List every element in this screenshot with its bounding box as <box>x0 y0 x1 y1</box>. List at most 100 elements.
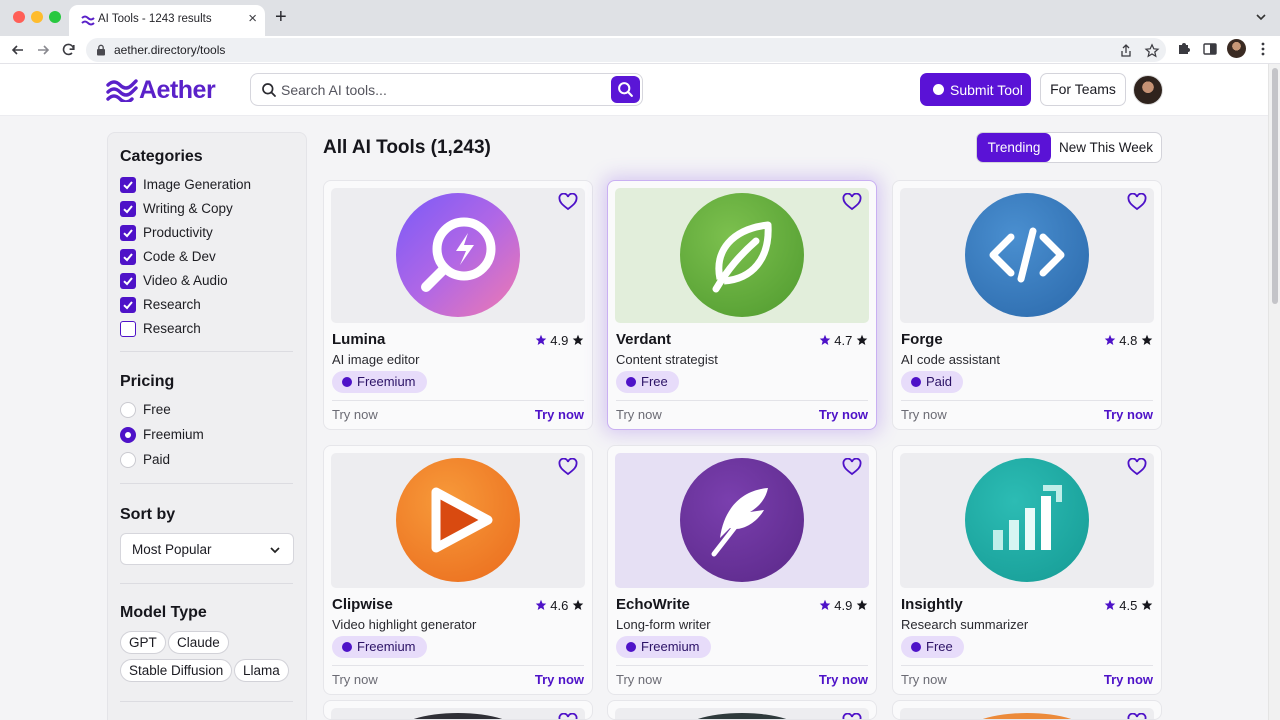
star-icon <box>1104 599 1115 610</box>
try-now-link-secondary[interactable]: Try now <box>616 672 662 687</box>
radio-unselected[interactable] <box>120 452 136 468</box>
pricing-label: Freemium <box>143 427 204 442</box>
checkbox-checked[interactable] <box>120 249 136 265</box>
radio-selected[interactable] <box>120 427 136 443</box>
for-teams-button[interactable]: For Teams <box>1040 73 1126 106</box>
checkbox-checked[interactable] <box>120 273 136 289</box>
favorite-heart-icon[interactable] <box>558 458 578 476</box>
search-button[interactable] <box>611 76 640 103</box>
side-panel-icon[interactable] <box>1201 40 1219 58</box>
search-input[interactable] <box>281 80 601 100</box>
section-divider <box>120 583 293 584</box>
page-scrollbar[interactable] <box>1268 64 1280 720</box>
model-chip-claude[interactable]: Claude <box>168 631 229 654</box>
submit-tool-button[interactable]: Submit Tool <box>920 73 1031 106</box>
card-media <box>331 453 585 588</box>
forward-arrow-icon[interactable] <box>33 40 53 60</box>
radio-unselected[interactable] <box>120 402 136 418</box>
try-now-link-secondary[interactable]: Try now <box>616 407 662 422</box>
rating: 4.8 <box>1104 333 1153 348</box>
url-field[interactable]: aether.directory/tools <box>86 38 1166 62</box>
favorite-heart-icon[interactable] <box>558 713 578 720</box>
tool-name: EchoWrite <box>616 596 690 613</box>
favorite-heart-icon[interactable] <box>842 458 862 476</box>
tool-card-lumina[interactable]: Lumina 4.9 AI image editor Freemium Try … <box>323 180 593 430</box>
tool-card-verdant[interactable]: Verdant 4.7 Content strategist Free Try … <box>607 180 877 430</box>
back-arrow-icon[interactable] <box>8 40 28 60</box>
search-bar <box>250 73 643 106</box>
favorite-heart-icon[interactable] <box>1127 713 1147 720</box>
try-now-link[interactable]: Try now <box>535 672 584 687</box>
tool-card-insightly[interactable]: Insightly 4.5 Research summarizer Free T… <box>892 445 1162 695</box>
maximize-window-button[interactable] <box>49 11 61 23</box>
category-label: Research <box>143 321 201 336</box>
chevron-down-icon <box>270 547 280 554</box>
favorite-heart-icon[interactable] <box>1127 458 1147 476</box>
tool-card-partial[interactable] <box>323 700 593 720</box>
browser-profile-avatar[interactable] <box>1227 39 1246 58</box>
minimize-window-button[interactable] <box>31 11 43 23</box>
try-now-link[interactable]: Try now <box>535 407 584 422</box>
tool-subtitle: Long-form writer <box>616 617 711 632</box>
bookmark-star-icon[interactable] <box>1144 43 1160 59</box>
bar-chart-icon <box>965 458 1089 582</box>
try-now-link-secondary[interactable]: Try now <box>332 672 378 687</box>
try-now-link[interactable]: Try now <box>1104 407 1153 422</box>
tool-card-partial[interactable] <box>607 700 877 720</box>
aether-logo-mark-icon <box>106 79 138 102</box>
scrollbar-thumb[interactable] <box>1272 68 1278 304</box>
tool-card-echowrite[interactable]: EchoWrite 4.9 Long-form writer Freemium … <box>607 445 877 695</box>
star-icon <box>856 599 868 610</box>
checkbox-checked[interactable] <box>120 225 136 241</box>
try-now-link-secondary[interactable]: Try now <box>901 407 947 422</box>
model-chip-stable-diffusion[interactable]: Stable Diffusion <box>120 659 233 682</box>
sort-select[interactable]: Most Popular <box>120 533 294 565</box>
site-info-icon[interactable] <box>96 44 106 56</box>
share-icon[interactable] <box>1118 43 1134 59</box>
badge-label: Paid <box>926 374 953 389</box>
favorite-heart-icon[interactable] <box>842 713 862 720</box>
checkbox-checked[interactable] <box>120 177 136 193</box>
checkbox-checked[interactable] <box>120 201 136 217</box>
user-avatar[interactable] <box>1133 75 1163 105</box>
browser-tab[interactable]: AI Tools - 1243 results × <box>69 5 265 36</box>
card-divider <box>332 400 584 401</box>
checkbox-unchecked[interactable] <box>120 321 136 337</box>
pricing-label: Free <box>143 402 171 417</box>
badge-dot-icon <box>342 377 352 387</box>
submit-tool-label: Submit Tool <box>950 82 1023 98</box>
try-now-link-secondary[interactable]: Try now <box>901 672 947 687</box>
kebab-menu-icon[interactable] <box>1254 40 1272 58</box>
favorite-heart-icon[interactable] <box>1127 193 1147 211</box>
badge-dot-icon <box>626 642 636 652</box>
badge-label: Free <box>641 374 668 389</box>
logo-text: Aether <box>139 76 216 104</box>
reload-icon[interactable] <box>59 40 79 60</box>
tool-card-partial[interactable] <box>892 700 1162 720</box>
try-now-link[interactable]: Try now <box>819 672 868 687</box>
try-now-link-secondary[interactable]: Try now <box>332 407 378 422</box>
rating: 4.7 <box>819 333 868 348</box>
pricing-badge: Paid <box>901 371 964 393</box>
try-now-link[interactable]: Try now <box>819 407 868 422</box>
chevron-down-icon[interactable] <box>1254 10 1268 24</box>
try-now-link[interactable]: Try now <box>1104 672 1153 687</box>
tool-card-forge[interactable]: Forge 4.8 AI code assistant Paid Try now… <box>892 180 1162 430</box>
tab-trending[interactable]: Trending <box>977 133 1051 162</box>
category-label: Research <box>143 297 201 312</box>
model-chip-gpt[interactable]: GPT <box>120 631 166 654</box>
favorite-heart-icon[interactable] <box>842 193 862 211</box>
page-title: All AI Tools (1,243) <box>323 137 491 158</box>
close-window-button[interactable] <box>13 11 25 23</box>
tool-card-clipwise[interactable]: Clipwise 4.6 Video highlight generator F… <box>323 445 593 695</box>
favorite-heart-icon[interactable] <box>558 193 578 211</box>
rating-value: 4.8 <box>1119 333 1138 348</box>
tool-subtitle: Video highlight generator <box>332 617 477 632</box>
tab-new-this-week[interactable]: New This Week <box>1051 133 1161 162</box>
tab-close-icon[interactable]: × <box>248 10 257 28</box>
model-chip-llama[interactable]: Llama <box>234 659 289 682</box>
checkbox-checked[interactable] <box>120 297 136 313</box>
extensions-puzzle-icon[interactable] <box>1175 40 1193 58</box>
new-tab-icon[interactable]: + <box>275 7 287 27</box>
filter-sidebar: Categories Image Generation Writing & Co… <box>107 132 307 720</box>
